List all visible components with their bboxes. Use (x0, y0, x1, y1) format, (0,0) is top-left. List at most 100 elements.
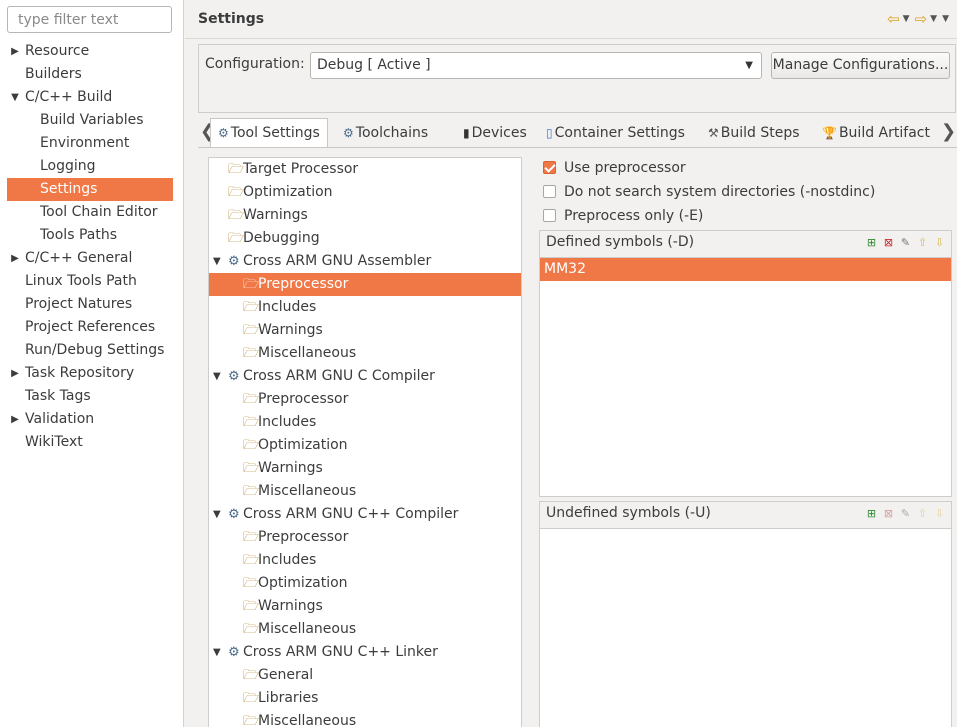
tree-label: Debugging (243, 230, 320, 246)
tree-item-warnings[interactable]: 🗁 Warnings (209, 457, 521, 480)
tab-devices[interactable]: ▮ Devices (456, 120, 534, 147)
tree-tool-cross-arm-gnu-c-linker[interactable]: ▼ ⚙ Cross ARM GNU C++ Linker (209, 641, 521, 664)
tree-item-miscellaneous[interactable]: 🗁 Miscellaneous (209, 480, 521, 503)
forward-arrow-icon[interactable]: ⇨ (915, 10, 928, 28)
tree-item-optimization[interactable]: 🗁 Optimization (209, 572, 521, 595)
nav-item-run-debug-settings[interactable]: Run/Debug Settings (0, 339, 184, 362)
nostdinc-label: Do not search system directories (-nostd… (564, 184, 876, 200)
nav-item-validation[interactable]: ▶ Validation (0, 408, 184, 431)
filter-input[interactable] (7, 6, 172, 33)
option-category-icon: 🗁 (243, 392, 260, 407)
tree-item-warnings[interactable]: 🗁 Warnings (209, 319, 521, 342)
tree-label: Preprocessor (258, 391, 349, 407)
collapse-arrow-icon[interactable]: ▶ (9, 247, 21, 270)
view-menu-icon[interactable]: ▼ (942, 14, 949, 24)
tree-item-libraries[interactable]: 🗁 Libraries (209, 687, 521, 710)
nav-item-task-repository[interactable]: ▶ Task Repository (0, 362, 184, 385)
nav-item-resource[interactable]: ▶ Resource (0, 40, 184, 63)
undefined-symbols-panel: Undefined symbols (-U) ⊞ ⊠ ✎ ⇧ ⇩ (539, 501, 952, 727)
option-category-icon: 🗁 (243, 530, 260, 545)
undefined-symbols-header: Undefined symbols (-U) ⊞ ⊠ ✎ ⇧ ⇩ (540, 502, 951, 528)
tree-label: General (258, 667, 314, 683)
nav-item-builders[interactable]: Builders (0, 63, 184, 86)
tree-item-miscellaneous[interactable]: 🗁 Miscellaneous (209, 342, 521, 365)
tree-item-general[interactable]: 🗁 General (209, 664, 521, 687)
tab-build-steps[interactable]: ⚒ Build Steps (701, 120, 807, 147)
scroll-right-icon[interactable]: ❯ (941, 121, 956, 142)
tree-item-debugging[interactable]: 🗁 Debugging (209, 227, 521, 250)
nav-item-linux-tools-path[interactable]: Linux Tools Path (0, 270, 184, 293)
expand-arrow-icon[interactable]: ▼ (213, 365, 221, 388)
tree-item-optimization[interactable]: 🗁 Optimization (209, 434, 521, 457)
tree-label: Includes (258, 414, 317, 430)
preprocess-only-option[interactable]: Preprocess only (-E) (543, 206, 703, 226)
tree-item-preprocessor[interactable]: 🗁 Preprocessor (209, 526, 521, 549)
tree-item-warnings[interactable]: 🗁 Warnings (209, 595, 521, 618)
option-category-icon: 🗁 (243, 346, 260, 361)
nostdinc-option[interactable]: Do not search system directories (-nostd… (543, 182, 875, 202)
nav-item-environment[interactable]: Environment (0, 132, 184, 155)
tree-label: Preprocessor (258, 276, 349, 292)
nav-item-logging[interactable]: Logging (0, 155, 184, 178)
collapse-arrow-icon[interactable]: ▶ (9, 362, 21, 385)
tree-item-includes[interactable]: 🗁 Includes (209, 296, 521, 319)
tree-item-miscellaneous[interactable]: 🗁 Miscellaneous (209, 710, 521, 727)
tab-build-artifact[interactable]: 🏆 Build Artifact (815, 120, 937, 147)
defined-symbols-list[interactable]: MM32 (540, 257, 951, 496)
nav-item-label: Logging (40, 158, 96, 174)
tab-container-settings[interactable]: ▯ Container Settings (539, 120, 692, 147)
option-category-icon: 🗁 (228, 231, 245, 246)
nav-item-wikitext[interactable]: WikiText (0, 431, 184, 454)
preprocess-only-checkbox[interactable] (543, 209, 556, 222)
move-up-icon[interactable]: ⇧ (915, 235, 930, 250)
tree-item-warnings[interactable]: 🗁 Warnings (209, 204, 521, 227)
tree-item-miscellaneous[interactable]: 🗁 Miscellaneous (209, 618, 521, 641)
tree-item-preprocessor[interactable]: 🗁 Preprocessor (209, 388, 521, 411)
expand-arrow-icon[interactable]: ▼ (9, 86, 21, 109)
nav-item-c-c-general[interactable]: ▶ C/C++ General (0, 247, 184, 270)
nav-item-project-natures[interactable]: Project Natures (0, 293, 184, 316)
tree-tool-cross-arm-gnu-c-compiler[interactable]: ▼ ⚙ Cross ARM GNU C++ Compiler (209, 503, 521, 526)
use-preprocessor-option[interactable]: Use preprocessor (543, 158, 686, 178)
manage-configurations-button[interactable]: Manage Configurations... (771, 52, 950, 79)
option-category-icon: 🗁 (243, 323, 260, 338)
undefined-symbols-list[interactable] (540, 528, 951, 727)
delete-icon[interactable]: ⊠ (881, 235, 896, 250)
nav-item-project-references[interactable]: Project References (0, 316, 184, 339)
back-dropdown-icon[interactable]: ▼ (903, 14, 910, 24)
edit-icon[interactable]: ✎ (898, 235, 913, 250)
tree-label: Miscellaneous (258, 713, 357, 727)
tree-item-includes[interactable]: 🗁 Includes (209, 549, 521, 572)
tree-tool-cross-arm-gnu-assembler[interactable]: ▼ ⚙ Cross ARM GNU Assembler (209, 250, 521, 273)
collapse-arrow-icon[interactable]: ▶ (9, 408, 21, 431)
nostdinc-checkbox[interactable] (543, 185, 556, 198)
nav-item-tools-paths[interactable]: Tools Paths (0, 224, 184, 247)
nav-item-tool-chain-editor[interactable]: Tool Chain Editor (0, 201, 184, 224)
collapse-arrow-icon[interactable]: ▶ (9, 40, 21, 63)
tree-item-preprocessor[interactable]: 🗁 Preprocessor (209, 273, 521, 296)
tree-item-includes[interactable]: 🗁 Includes (209, 411, 521, 434)
option-category-icon: 🗁 (243, 691, 260, 706)
add-icon[interactable]: ⊞ (864, 506, 879, 521)
expand-arrow-icon[interactable]: ▼ (213, 503, 221, 526)
nav-item-settings[interactable]: Settings (7, 178, 173, 201)
tab-toolchains[interactable]: ⚙ Toolchains (336, 120, 435, 147)
tree-item-optimization[interactable]: 🗁 Optimization (209, 181, 521, 204)
tab-tool-settings[interactable]: ⚙ Tool Settings (210, 118, 328, 148)
tree-tool-cross-arm-gnu-c-compiler[interactable]: ▼ ⚙ Cross ARM GNU C Compiler (209, 365, 521, 388)
configuration-select[interactable]: Debug [ Active ] ▼ (310, 52, 762, 79)
expand-arrow-icon[interactable]: ▼ (213, 641, 221, 664)
expand-arrow-icon[interactable]: ▼ (213, 250, 221, 273)
use-preprocessor-checkbox[interactable] (543, 161, 556, 174)
tree-label: Includes (258, 552, 317, 568)
tree-item-target-processor[interactable]: 🗁 Target Processor (209, 158, 521, 181)
forward-dropdown-icon[interactable]: ▼ (930, 14, 937, 24)
nav-item-task-tags[interactable]: Task Tags (0, 385, 184, 408)
nav-item-c-c-build[interactable]: ▼ C/C++ Build (0, 86, 184, 109)
move-down-icon[interactable]: ⇩ (932, 235, 947, 250)
defined-symbols-header: Defined symbols (-D) ⊞ ⊠ ✎ ⇧ ⇩ (540, 231, 951, 257)
add-icon[interactable]: ⊞ (864, 235, 879, 250)
symbol-row[interactable]: MM32 (540, 258, 951, 281)
nav-item-build-variables[interactable]: Build Variables (0, 109, 184, 132)
back-arrow-icon[interactable]: ⇦ (887, 10, 900, 28)
